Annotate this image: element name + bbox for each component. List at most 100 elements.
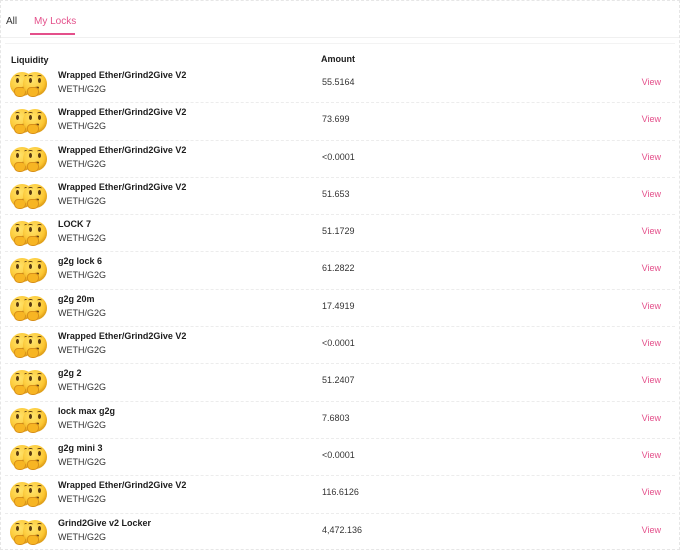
view-link[interactable]: View xyxy=(642,413,661,423)
lock-name: g2g 2 xyxy=(58,368,82,379)
lock-name: Wrapped Ether/Grind2Give V2 xyxy=(58,480,187,491)
view-link[interactable]: View xyxy=(642,263,661,273)
thinking-face-icon xyxy=(23,109,47,135)
lock-amount: 55.5164 xyxy=(322,77,355,87)
view-link[interactable]: View xyxy=(642,338,661,348)
table-row: g2g lock 6 WETH/G2G 61.2822 View xyxy=(5,252,675,290)
lock-pair: WETH/G2G xyxy=(58,121,107,132)
tab-my-locks[interactable]: My Locks xyxy=(34,16,76,28)
lock-pair: WETH/G2G xyxy=(58,270,107,281)
view-link[interactable]: View xyxy=(642,226,661,236)
lock-pair: WETH/G2G xyxy=(58,382,107,393)
locks-table: Liquidity Amount Wrapped Ether/Grind2Giv… xyxy=(5,43,675,546)
view-link[interactable]: View xyxy=(642,77,661,87)
thinking-face-icon xyxy=(23,146,47,172)
table-row: LOCK 7 WETH/G2G 51.1729 View xyxy=(5,215,675,253)
thinking-face-icon xyxy=(23,295,47,321)
thinking-face-pair-icon xyxy=(10,369,48,396)
lock-name: Wrapped Ether/Grind2Give V2 xyxy=(58,107,187,118)
lock-name: Wrapped Ether/Grind2Give V2 xyxy=(58,331,187,342)
thinking-face-pair-icon xyxy=(10,481,48,508)
view-link[interactable]: View xyxy=(642,301,661,311)
table-header: Liquidity Amount xyxy=(5,44,675,66)
table-row: Wrapped Ether/Grind2Give V2 WETH/G2G <0.00… xyxy=(5,141,675,178)
lock-amount: 61.2822 xyxy=(322,263,355,274)
table-row: Wrapped Ether/Grind2Give V2 WETH/G2G 73.69… xyxy=(5,103,675,141)
lock-amount: 51.2407 xyxy=(322,375,355,386)
table-row: Wrapped Ether/Grind2Give V2 WETH/G2G 55.51… xyxy=(5,66,675,104)
thinking-face-pair-icon xyxy=(10,519,48,545)
thinking-face-pair-icon xyxy=(10,444,48,470)
lock-amount: 7.6803 xyxy=(322,412,350,423)
thinking-face-icon xyxy=(23,72,47,97)
table-row: Wrapped Ether/Grind2Give V2 WETH/G2G 51.65… xyxy=(5,178,675,216)
thinking-face-pair-icon xyxy=(10,257,48,284)
active-tab-indicator xyxy=(30,33,75,35)
lock-name: g2g lock 6 xyxy=(58,256,103,267)
lock-pair: WETH/G2G xyxy=(58,456,107,467)
view-link[interactable]: View xyxy=(642,114,661,124)
lock-pair: WETH/G2G xyxy=(58,84,107,94)
thinking-face-icon xyxy=(23,333,47,359)
thinking-face-icon xyxy=(23,221,47,247)
lock-amount: 17.4919 xyxy=(322,300,355,311)
lock-name: g2g mini 3 xyxy=(58,442,103,453)
table-row: Wrapped Ether/Grind2Give V2 WETH/G2G <0.00… xyxy=(5,327,675,365)
table-row: Wrapped Ether/Grind2Give V2 WETH/G2G 116.6… xyxy=(5,476,675,514)
thinking-face-pair-icon xyxy=(10,108,48,135)
lock-pair: WETH/G2G xyxy=(58,531,107,542)
table-body: Wrapped Ether/Grind2Give V2 WETH/G2G 55.51… xyxy=(5,66,675,550)
table-row: Grind2Give v2 Locker WETH/G2G 4,472.136 Vie… xyxy=(5,514,675,550)
thinking-face-icon xyxy=(23,444,47,470)
lock-amount: <0.0001 xyxy=(322,449,355,460)
lock-pair: WETH/G2G xyxy=(58,419,107,430)
lock-pair: WETH/G2G xyxy=(58,345,107,356)
column-header-amount: Amount xyxy=(321,54,355,64)
lock-name: g2g 20m xyxy=(58,293,95,304)
table-row: g2g mini 3 WETH/G2G <0.0001 View xyxy=(5,439,675,477)
thinking-face-pair-icon xyxy=(10,407,48,433)
tab-bar: All My Locks xyxy=(1,1,679,38)
thinking-face-icon xyxy=(23,183,47,209)
view-link[interactable]: View xyxy=(642,189,661,199)
lock-name: LOCK 7 xyxy=(58,219,92,230)
lock-amount: <0.0001 xyxy=(322,151,355,162)
lock-amount: <0.0001 xyxy=(322,338,355,349)
thinking-face-pair-icon xyxy=(10,332,48,359)
thinking-face-icon xyxy=(23,258,47,284)
lock-amount: 116.6126 xyxy=(322,487,359,498)
table-row: g2g 2 WETH/G2G 51.2407 View xyxy=(5,364,675,402)
thinking-face-icon xyxy=(23,519,47,545)
lock-pair: WETH/G2G xyxy=(58,494,107,505)
lock-amount: 4,472.136 xyxy=(322,524,363,535)
lock-amount: 51.1729 xyxy=(322,226,355,237)
tab-all[interactable]: All xyxy=(6,16,17,28)
lock-amount: 51.653 xyxy=(322,188,350,199)
lock-pair: WETH/G2G xyxy=(58,307,107,318)
view-link[interactable]: View xyxy=(642,152,661,162)
page-frame: All My Locks Liquidity Amount Wrapped Et… xyxy=(0,0,680,550)
thinking-face-pair-icon xyxy=(10,146,48,172)
thinking-face-pair-icon xyxy=(10,183,48,209)
thinking-face-pair-icon xyxy=(10,295,48,321)
view-link[interactable]: View xyxy=(642,375,661,385)
column-header-liquidity: Liquidity xyxy=(11,55,49,65)
thinking-face-pair-icon xyxy=(10,71,48,97)
view-link[interactable]: View xyxy=(642,487,661,497)
thinking-face-icon xyxy=(23,407,47,433)
lock-amount: 73.699 xyxy=(322,114,350,125)
table-row: g2g 20m WETH/G2G 17.4919 View xyxy=(5,290,675,328)
lock-pair: WETH/G2G xyxy=(58,158,107,169)
lock-name: Wrapped Ether/Grind2Give V2 xyxy=(58,70,187,80)
lock-name: Wrapped Ether/Grind2Give V2 xyxy=(58,144,187,155)
view-link[interactable]: View xyxy=(642,525,661,535)
lock-pair: WETH/G2G xyxy=(58,233,107,244)
lock-name: Grind2Give v2 Locker xyxy=(58,517,152,528)
thinking-face-icon xyxy=(23,482,47,508)
lock-name: lock max g2g xyxy=(58,405,116,416)
lock-name: Wrapped Ether/Grind2Give V2 xyxy=(58,181,187,192)
thinking-face-icon xyxy=(23,370,47,396)
view-link[interactable]: View xyxy=(642,450,661,460)
thinking-face-pair-icon xyxy=(10,220,48,247)
table-row: lock max g2g WETH/G2G 7.6803 View xyxy=(5,402,675,439)
